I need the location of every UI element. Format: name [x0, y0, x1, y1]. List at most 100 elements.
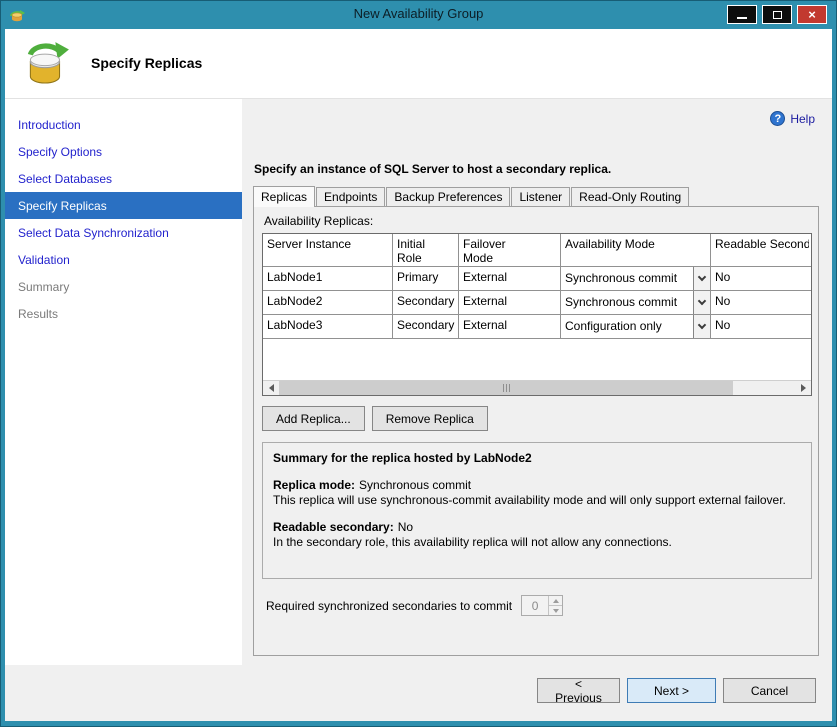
replica-mode-label: Replica mode: — [273, 478, 355, 492]
column-header-initial-role[interactable]: Initial Role — [393, 234, 459, 266]
column-header-availability-mode[interactable]: Availability Mode — [561, 234, 711, 266]
tab-read-only-routing[interactable]: Read-Only Routing — [571, 187, 689, 206]
readable-secondary-line: Readable secondary: No — [273, 520, 801, 535]
scroll-right-button[interactable] — [795, 381, 811, 395]
cell-failover-mode: External — [459, 267, 561, 290]
combo-dropdown-button[interactable] — [693, 291, 710, 314]
scrollbar-thumb[interactable] — [279, 381, 733, 395]
minimize-button[interactable] — [727, 5, 757, 24]
table-row[interactable]: LabNode2 Secondary External Synchronous … — [263, 291, 811, 315]
scrollbar-grip-icon — [506, 384, 507, 392]
scroll-left-button[interactable] — [263, 381, 279, 395]
main-content: ? Help Specify an instance of SQL Server… — [242, 99, 832, 665]
replica-summary-box: Summary for the replica hosted by LabNod… — [262, 442, 812, 579]
next-button[interactable]: Next > — [627, 678, 716, 703]
tab-listener[interactable]: Listener — [511, 187, 570, 206]
spinner-up-button — [549, 596, 562, 606]
sidebar-item-summary: Summary — [5, 273, 242, 300]
summary-title: Summary for the replica hosted by LabNod… — [273, 451, 801, 466]
column-header-failover-mode-label: Failover Mode — [463, 237, 513, 265]
availability-mode-combobox[interactable]: Synchronous commit — [561, 267, 711, 290]
tab-endpoints[interactable]: Endpoints — [316, 187, 385, 206]
tab-strip: Replicas Endpoints Backup Preferences Li… — [253, 186, 690, 207]
minimize-icon — [737, 17, 747, 19]
wizard-body: Introduction Specify Options Select Data… — [5, 99, 832, 665]
grid-header-row: Server Instance Initial Role Failover Mo… — [263, 234, 811, 267]
required-secondaries-label: Required synchronized secondaries to com… — [266, 599, 512, 613]
cancel-button[interactable]: Cancel — [723, 678, 816, 703]
cell-server-instance: LabNode2 — [263, 291, 393, 314]
add-replica-button[interactable]: Add Replica... — [262, 406, 365, 431]
maximize-button[interactable] — [762, 5, 792, 24]
wizard-header: Specify Replicas — [5, 29, 832, 99]
sidebar-item-select-data-synchronization[interactable]: Select Data Synchronization — [5, 219, 242, 246]
column-header-failover-mode[interactable]: Failover Mode — [459, 234, 561, 266]
spinner-down-button — [549, 606, 562, 615]
column-header-server-instance[interactable]: Server Instance — [263, 234, 393, 266]
combo-dropdown-button[interactable] — [693, 315, 710, 338]
availability-mode-value: Synchronous commit — [561, 291, 693, 314]
availability-mode-value: Synchronous commit — [561, 267, 693, 290]
window-title: New Availability Group — [1, 6, 836, 21]
arrow-up-icon — [553, 599, 559, 603]
sidebar-item-specify-options[interactable]: Specify Options — [5, 138, 242, 165]
combo-dropdown-button[interactable] — [693, 267, 710, 290]
cell-failover-mode: External — [459, 315, 561, 338]
chevron-down-icon — [698, 321, 706, 329]
cell-readable-secondary: No — [711, 315, 809, 338]
summary-spacer — [273, 508, 801, 520]
horizontal-scrollbar[interactable] — [263, 380, 811, 395]
availability-mode-combobox[interactable]: Configuration only — [561, 315, 711, 338]
remove-replica-button[interactable]: Remove Replica — [372, 406, 488, 431]
table-row[interactable]: LabNode1 Primary External Synchronous co… — [263, 267, 811, 291]
availability-mode-combobox[interactable]: Synchronous commit — [561, 291, 711, 314]
sidebar-item-introduction[interactable]: Introduction — [5, 111, 242, 138]
cell-readable-secondary: No — [711, 291, 809, 314]
column-header-readable-secondary[interactable]: Readable Secondary — [711, 234, 809, 266]
new-availability-group-window: New Availability Group × Specify Replica… — [0, 0, 837, 727]
arrow-down-icon — [553, 609, 559, 613]
help-label: Help — [790, 112, 815, 126]
table-row[interactable]: LabNode3 Secondary External Configuratio… — [263, 315, 811, 339]
scrollbar-grip-icon — [509, 384, 510, 392]
summary-spacer — [273, 466, 801, 478]
dialog-surface: Specify Replicas Introduction Specify Op… — [5, 29, 832, 721]
close-icon: × — [808, 8, 816, 21]
grid-empty-area — [263, 339, 811, 380]
titlebar: New Availability Group × — [1, 1, 836, 29]
availability-group-icon — [21, 38, 71, 88]
scroll-right-icon — [801, 384, 806, 392]
cell-initial-role: Secondary — [393, 291, 459, 314]
availability-replicas-label: Availability Replicas: — [264, 214, 810, 228]
sidebar-item-select-databases[interactable]: Select Databases — [5, 165, 242, 192]
scrollbar-grip-icon — [503, 384, 504, 392]
readable-secondary-description: In the secondary role, this availability… — [273, 535, 801, 550]
cell-failover-mode: External — [459, 291, 561, 314]
spinner-buttons — [548, 596, 562, 615]
replica-mode-description: This replica will use synchronous-commit… — [273, 493, 801, 508]
readable-secondary-value: No — [398, 520, 413, 534]
tab-backup-preferences[interactable]: Backup Preferences — [386, 187, 510, 206]
readable-secondary-label: Readable secondary: — [273, 520, 394, 534]
replicas-tab-panel: Availability Replicas: Server Instance I… — [253, 206, 819, 656]
wizard-footer: < Previous Next > Cancel — [5, 665, 832, 721]
maximize-icon — [773, 11, 782, 19]
window-controls: × — [727, 5, 827, 24]
scrollbar-track[interactable] — [279, 381, 795, 395]
help-link[interactable]: ? Help — [770, 111, 815, 126]
chevron-down-icon — [698, 297, 706, 305]
scroll-left-icon — [269, 384, 274, 392]
sidebar-item-validation[interactable]: Validation — [5, 246, 242, 273]
cell-initial-role: Primary — [393, 267, 459, 290]
column-header-initial-role-label: Initial Role — [397, 237, 447, 265]
cell-readable-secondary: No — [711, 267, 809, 290]
chevron-down-icon — [698, 273, 706, 281]
close-button[interactable]: × — [797, 5, 827, 24]
previous-button[interactable]: < Previous — [537, 678, 620, 703]
wizard-nav-sidebar: Introduction Specify Options Select Data… — [5, 99, 242, 665]
cell-server-instance: LabNode3 — [263, 315, 393, 338]
tab-replicas[interactable]: Replicas — [253, 186, 315, 207]
sidebar-item-specify-replicas[interactable]: Specify Replicas — [5, 192, 242, 219]
replica-mode-value: Synchronous commit — [359, 478, 471, 492]
spinner-value: 0 — [522, 596, 548, 615]
